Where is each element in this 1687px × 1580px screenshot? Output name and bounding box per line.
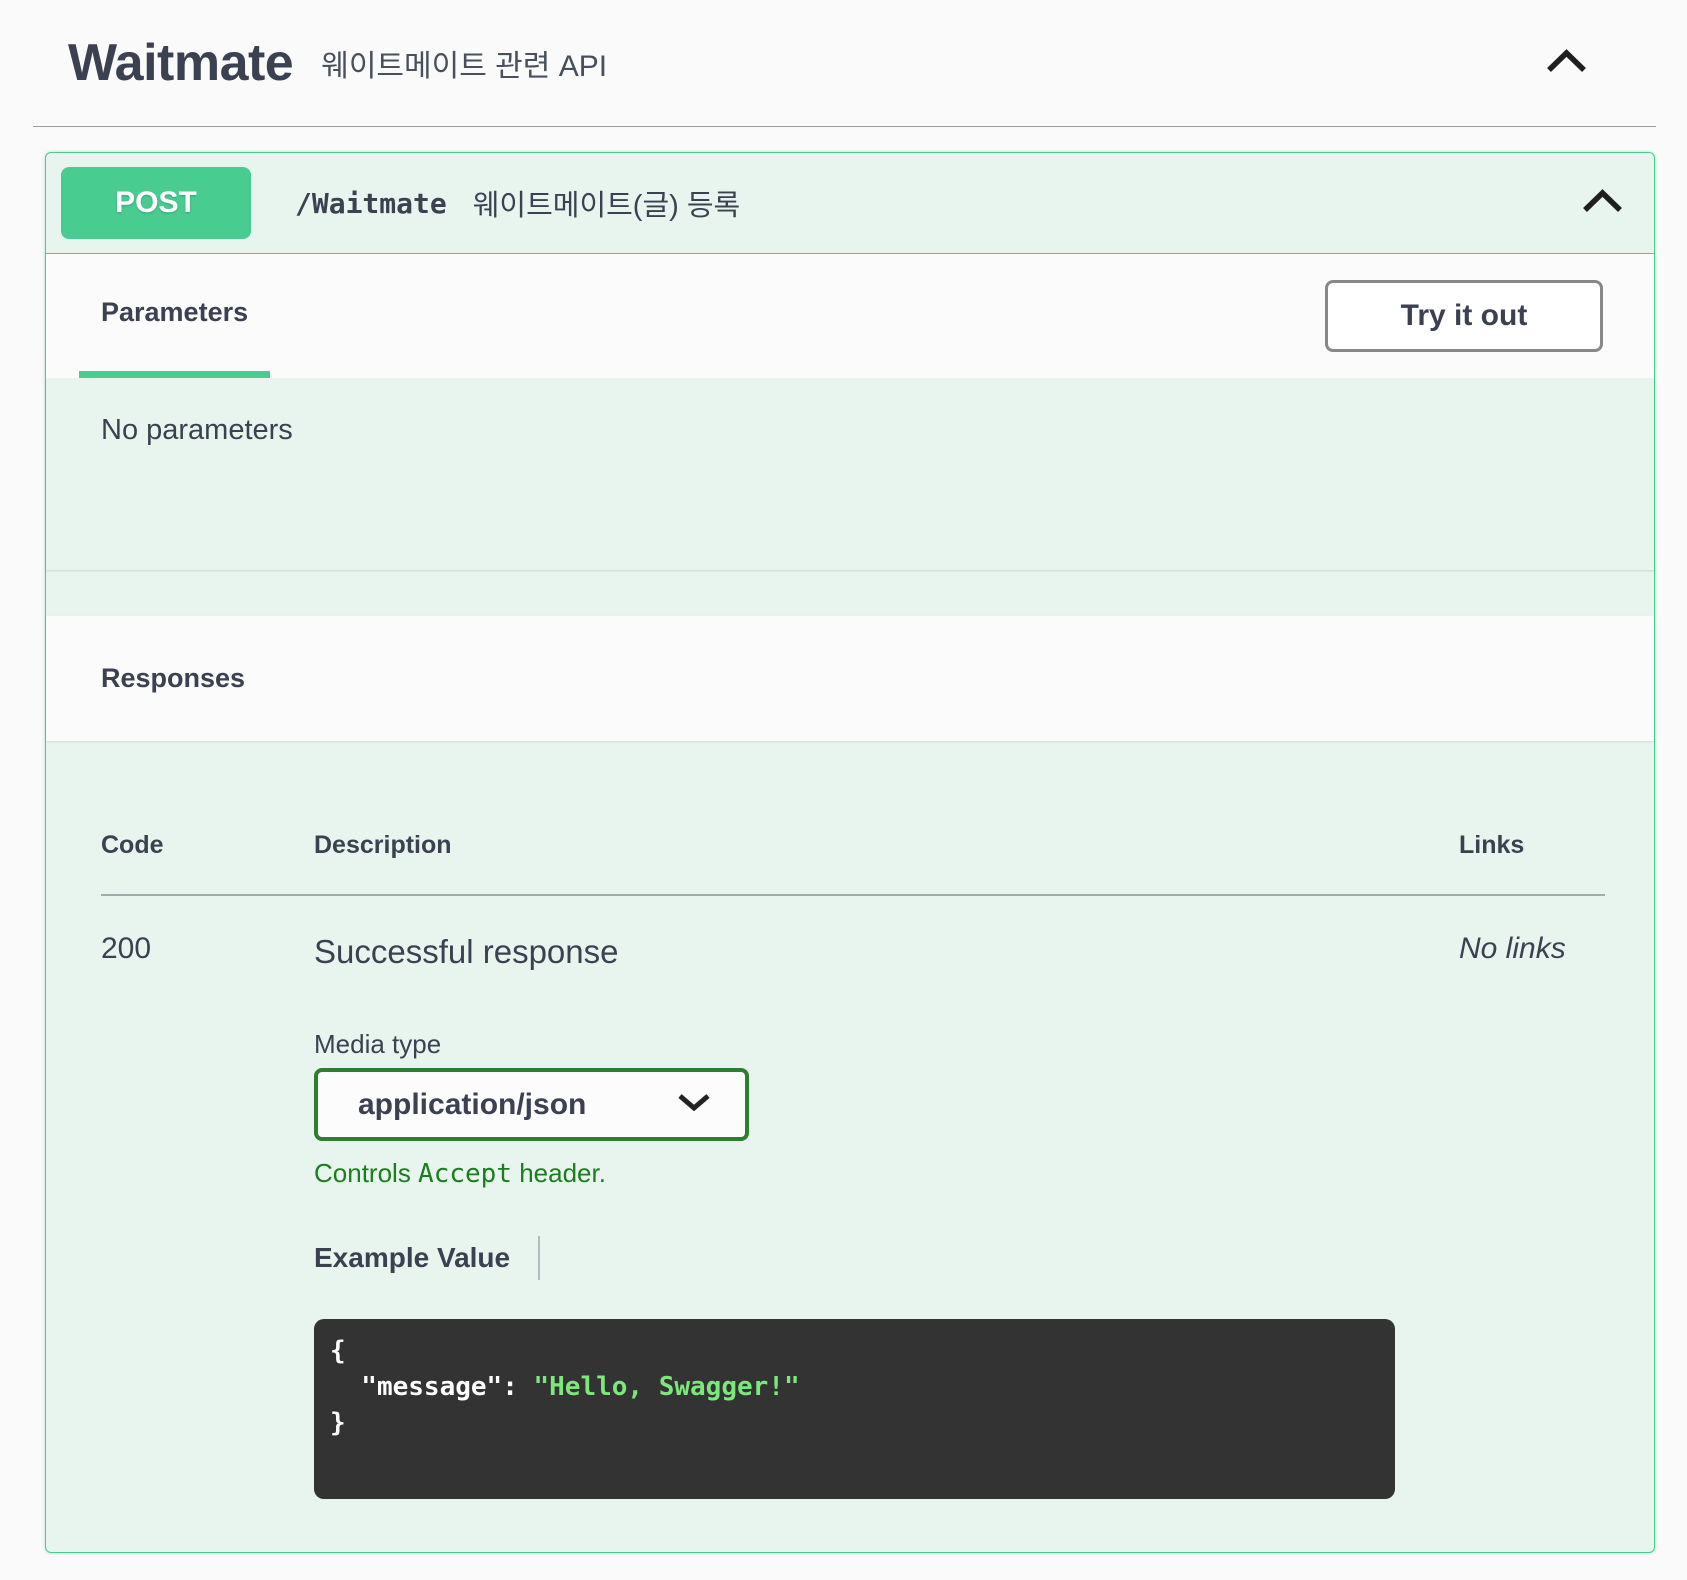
column-header-description: Description: [314, 831, 452, 859]
response-links: No links: [1459, 932, 1566, 965]
controls-note-prefix: Controls: [314, 1158, 419, 1188]
tab-parameters[interactable]: Parameters: [79, 254, 271, 378]
column-header-links: Links: [1459, 831, 1525, 859]
page-title: Waitmate: [68, 34, 294, 92]
parameters-tab-bar: Parameters Try it out: [46, 254, 1654, 378]
collapse-operation-button[interactable]: [1581, 189, 1624, 217]
media-type-label: Media type: [314, 1029, 442, 1059]
response-code: 200: [101, 932, 152, 965]
controls-note-header-name: Accept: [418, 1159, 512, 1189]
chevron-down-icon: [677, 1093, 711, 1116]
responses-section-header: Responses: [46, 616, 1654, 741]
table-row: 200 Successful response Media type appli…: [101, 896, 1605, 1499]
responses-title: Responses: [101, 663, 246, 693]
example-tabs: Example Value: [314, 1236, 1459, 1280]
column-header-code: Code: [101, 831, 164, 859]
json-separator: :: [502, 1372, 534, 1402]
responses-section: Code Description Links 200 Successful re…: [46, 741, 1654, 1552]
example-json-block: { "message": "Hello, Swagger!" }: [314, 1319, 1395, 1499]
json-message-line: "message": "Hello, Swagger!": [330, 1369, 1375, 1405]
json-close-brace: }: [330, 1408, 346, 1438]
controls-accept-header-note: Controls Accept header.: [314, 1157, 1459, 1190]
responses-table-header: Code Description Links: [101, 741, 1605, 896]
media-type-selected-value: application/json: [358, 1087, 587, 1121]
collapse-tag-button[interactable]: [1545, 49, 1588, 77]
opblock-summary[interactable]: POST /Waitmate 웨이트메이트(글) 등록: [46, 153, 1654, 254]
tab-separator: [538, 1236, 541, 1280]
http-method-badge: POST: [61, 167, 251, 239]
parameters-section: No parameters: [46, 378, 1654, 570]
endpoint-summary: 웨이트메이트(글) 등록: [472, 190, 741, 222]
media-type-select[interactable]: application/json: [314, 1068, 749, 1141]
try-it-out-button[interactable]: Try it out: [1325, 280, 1603, 352]
chevron-up-icon: [1545, 49, 1588, 77]
json-string-value: "Hello, Swagger!": [533, 1372, 800, 1402]
response-description: Successful response: [314, 933, 619, 970]
json-open-brace: {: [330, 1336, 346, 1366]
no-parameters-text: No parameters: [101, 414, 293, 446]
chevron-up-icon: [1581, 189, 1624, 217]
response-description-cell: Successful response Media type applicati…: [314, 932, 1459, 1499]
endpoint-path: /Waitmate: [295, 186, 447, 220]
page-subtitle: 웨이트메이트 관련 API: [321, 50, 608, 83]
tab-example-value[interactable]: Example Value: [314, 1239, 510, 1277]
controls-note-suffix: header.: [511, 1158, 606, 1188]
opblock-post-waitmate: POST /Waitmate 웨이트메이트(글) 등록 Parameters T…: [45, 152, 1655, 1553]
json-key: "message": [330, 1372, 503, 1402]
tag-header: Waitmate 웨이트메이트 관련 API: [33, 0, 1656, 127]
